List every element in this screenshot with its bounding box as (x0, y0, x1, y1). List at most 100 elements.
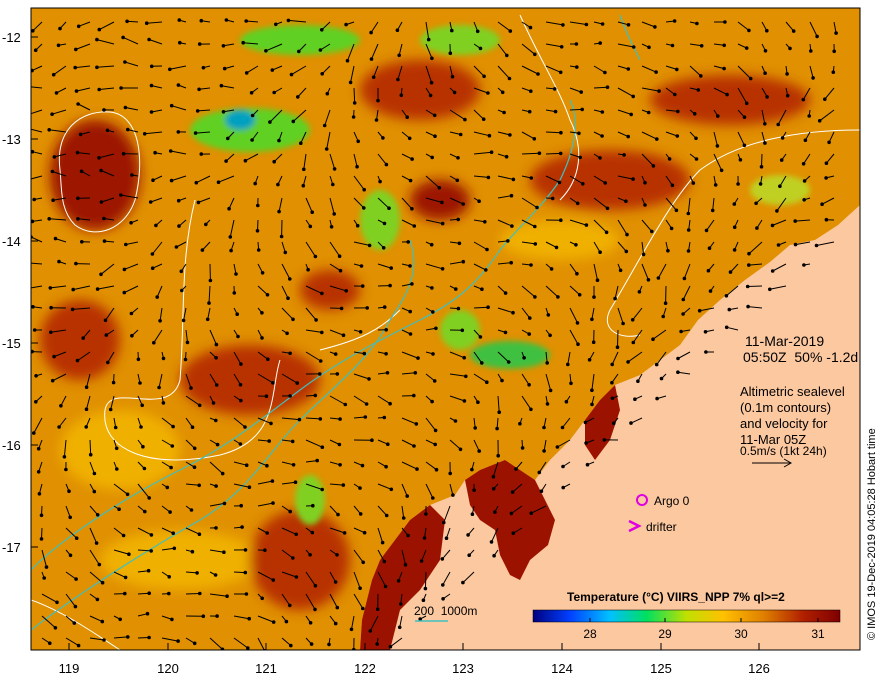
lat-label: -17 (2, 541, 28, 554)
velocity-arrow (90, 440, 91, 455)
velocity-arrowhead (296, 382, 299, 385)
velocity-arrowhead (509, 134, 512, 137)
velocity-arrowhead (540, 490, 543, 493)
velocity-arrowhead (98, 157, 101, 160)
velocity-arrowhead (409, 310, 412, 313)
velocity-arrowhead (543, 426, 546, 429)
velocity-arrowhead (127, 128, 130, 131)
velocity-arrowhead (687, 212, 690, 215)
velocity-arrowhead (626, 233, 629, 236)
velocity-arrowhead (656, 397, 659, 400)
velocity-arrowhead (693, 113, 696, 116)
velocity-arrowhead (644, 181, 647, 184)
velocity-arrowhead (458, 242, 461, 245)
velocity-arrowhead (781, 137, 784, 140)
velocity-arrowhead (290, 73, 293, 76)
velocity-arrowhead (150, 111, 153, 114)
velocity-arrowhead (557, 296, 560, 299)
velocity-arrowhead (705, 229, 708, 232)
velocity-arrowhead (379, 180, 382, 183)
velocity-arrowhead (240, 504, 243, 507)
velocity-arrowhead (265, 50, 268, 53)
velocity-arrowhead (103, 109, 106, 112)
velocity-arrowhead (148, 636, 151, 639)
velocity-arrowhead (485, 269, 488, 272)
velocity-arrowhead (37, 471, 40, 474)
velocity-arrowhead (559, 152, 562, 155)
velocity-arrowhead (69, 516, 72, 519)
velocity-arrowhead (223, 551, 226, 554)
colorbar-tick-label: 28 (575, 627, 605, 641)
velocity-arrowhead (334, 622, 337, 625)
velocity-arrowhead (194, 132, 197, 135)
velocity-arrowhead (698, 309, 701, 312)
velocity-arrowhead (723, 44, 726, 47)
velocity-arrowhead (802, 163, 805, 166)
velocity-arrowhead (122, 534, 125, 537)
velocity-arrowhead (77, 103, 80, 106)
velocity-arrowhead (123, 291, 126, 294)
velocity-arrowhead (152, 179, 155, 182)
velocity-arrowhead (510, 194, 513, 197)
velocity-arrowhead (104, 319, 107, 322)
velocity-arrowhead (528, 384, 531, 387)
velocity-arrowhead (150, 84, 153, 87)
velocity-arrowhead (289, 352, 292, 355)
velocity-arrowhead (487, 306, 490, 309)
velocity-arrowhead (604, 71, 607, 74)
velocity-arrowhead (43, 577, 46, 580)
velocity-arrowhead (582, 183, 585, 186)
velocity-arrowhead (143, 467, 146, 470)
velocity-arrowhead (295, 533, 298, 536)
velocity-arrowhead (215, 485, 218, 488)
velocity-arrowhead (764, 50, 767, 53)
velocity-arrowhead (777, 123, 780, 126)
velocity-arrowhead (76, 359, 79, 362)
velocity-arrowhead (398, 626, 401, 629)
velocity-arrowhead (239, 443, 242, 446)
velocity-arrowhead (780, 159, 783, 162)
velocity-arrowhead (100, 273, 103, 276)
velocity-arrowhead (150, 534, 153, 537)
velocity-arrow (762, 154, 763, 167)
velocity-arrowhead (519, 422, 522, 425)
velocity-arrowhead (493, 554, 496, 557)
velocity-arrowhead (122, 36, 125, 39)
velocity-arrowhead (503, 111, 506, 114)
velocity-arrowhead (141, 404, 144, 407)
velocity-arrowhead (523, 357, 526, 360)
velocity-arrowhead (368, 378, 371, 381)
velocity-arrowhead (729, 271, 732, 274)
velocity-arrowhead (363, 352, 366, 355)
velocity-arrowhead (339, 464, 342, 467)
velocity-arrowhead (388, 207, 391, 210)
velocity-arrowhead (510, 261, 513, 264)
velocity-arrowhead (687, 229, 690, 232)
velocity-arrowhead (411, 283, 414, 286)
credit-text: © IMOS 19-Dec-2019 04:05:28 Hobart time (866, 428, 878, 640)
velocity-arrowhead (776, 210, 779, 213)
velocity-arrowhead (737, 183, 740, 186)
velocity-arrowhead (585, 224, 588, 227)
velocity-arrowhead (297, 96, 300, 99)
velocity-arrowhead (487, 176, 490, 179)
velocity-arrowhead (591, 389, 594, 392)
velocity-arrowhead (576, 272, 579, 275)
velocity-arrowhead (49, 287, 52, 290)
velocity-arrowhead (442, 584, 445, 587)
velocity-arrowhead (673, 20, 676, 23)
velocity-arrowhead (769, 288, 772, 291)
velocity-arrowhead (245, 72, 248, 75)
velocity-arrowhead (748, 264, 751, 267)
velocity-arrowhead (223, 67, 226, 70)
velocity-arrowhead (725, 295, 728, 298)
velocity-arrowhead (385, 163, 388, 166)
velocity-arrowhead (257, 249, 260, 252)
velocity-arrowhead (33, 198, 36, 201)
velocity-arrowhead (300, 142, 303, 145)
velocity-arrowhead (363, 207, 366, 210)
velocity-arrowhead (140, 426, 143, 429)
velocity-arrowhead (314, 608, 317, 611)
velocity-arrowhead (221, 472, 224, 475)
velocity-arrowhead (52, 73, 55, 76)
